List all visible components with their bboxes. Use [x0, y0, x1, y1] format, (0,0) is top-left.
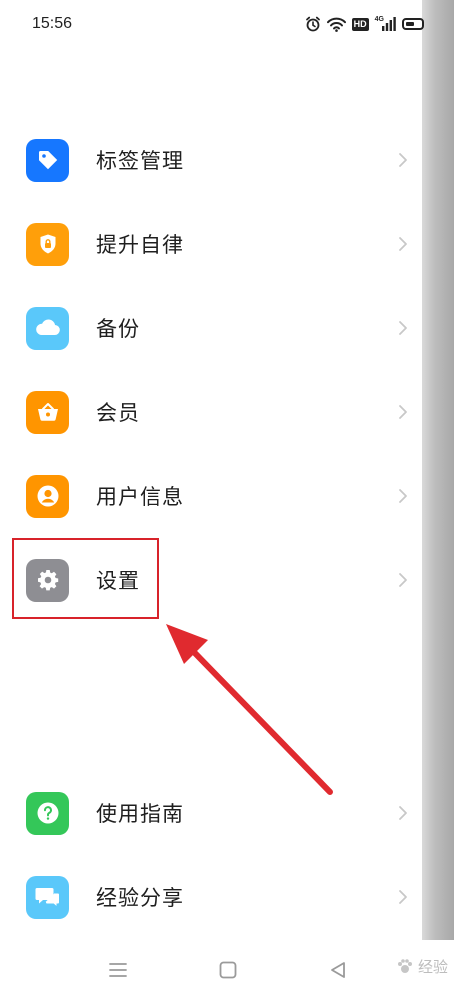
menu-item-backup[interactable]: 备份 [0, 286, 424, 370]
network-type-label: 4G [374, 15, 384, 23]
help-icon [26, 791, 69, 835]
signal-4g-icon: 4G [374, 15, 396, 31]
menu-item-label: 备份 [96, 317, 140, 341]
wifi-icon [326, 17, 346, 32]
menu-item-label: 标签管理 [96, 149, 184, 173]
paw-icon [397, 958, 412, 973]
menu-icon[interactable] [104, 956, 132, 984]
annotation-highlight-box [12, 538, 159, 619]
chevron-right-icon [399, 153, 407, 167]
home-square-icon[interactable] [214, 956, 242, 984]
chevron-right-icon [399, 806, 407, 820]
menu-item-label: 会员 [96, 401, 140, 425]
chevron-right-icon [399, 573, 407, 587]
chevron-right-icon [399, 321, 407, 335]
battery-icon [402, 18, 424, 30]
chevron-right-icon [399, 890, 407, 904]
battery-level [406, 22, 414, 26]
menu-item-user-info[interactable]: 用户信息 [0, 454, 424, 538]
cloud-icon [26, 306, 69, 350]
tag-icon [26, 138, 69, 182]
shield-lock-icon [26, 222, 69, 266]
menu-item-self-discipline[interactable]: 提升自律 [0, 202, 424, 286]
chat-icon [26, 875, 69, 919]
user-icon [26, 474, 69, 518]
status-time: 15:56 [32, 15, 73, 32]
watermark: 经验 [396, 956, 448, 977]
chevron-right-icon [399, 405, 407, 419]
menu-item-experience-share[interactable]: 经验分享 [0, 855, 424, 939]
status-icons: HD 4G [305, 14, 424, 34]
watermark-text: 经验 [417, 958, 448, 976]
menu-item-membership[interactable]: 会员 [0, 370, 424, 454]
menu-item-label: 提升自律 [96, 233, 184, 257]
menu-item-user-guide[interactable]: 使用指南 [0, 771, 424, 855]
drawer-shadow [422, 0, 454, 940]
chevron-right-icon [399, 489, 407, 503]
status-bar: 15:56 HD 4G [0, 0, 424, 48]
back-triangle-icon[interactable] [324, 956, 352, 984]
menu-item-label: 用户信息 [96, 485, 184, 509]
basket-icon [26, 390, 69, 434]
alarm-icon [305, 16, 321, 32]
menu-item-tag-management[interactable]: 标签管理 [0, 118, 424, 202]
menu-item-label: 使用指南 [96, 802, 184, 826]
chevron-right-icon [399, 237, 407, 251]
system-nav-bar: 经验 [0, 940, 454, 998]
hd-icon: HD [351, 17, 369, 31]
menu-item-label: 经验分享 [96, 886, 184, 910]
